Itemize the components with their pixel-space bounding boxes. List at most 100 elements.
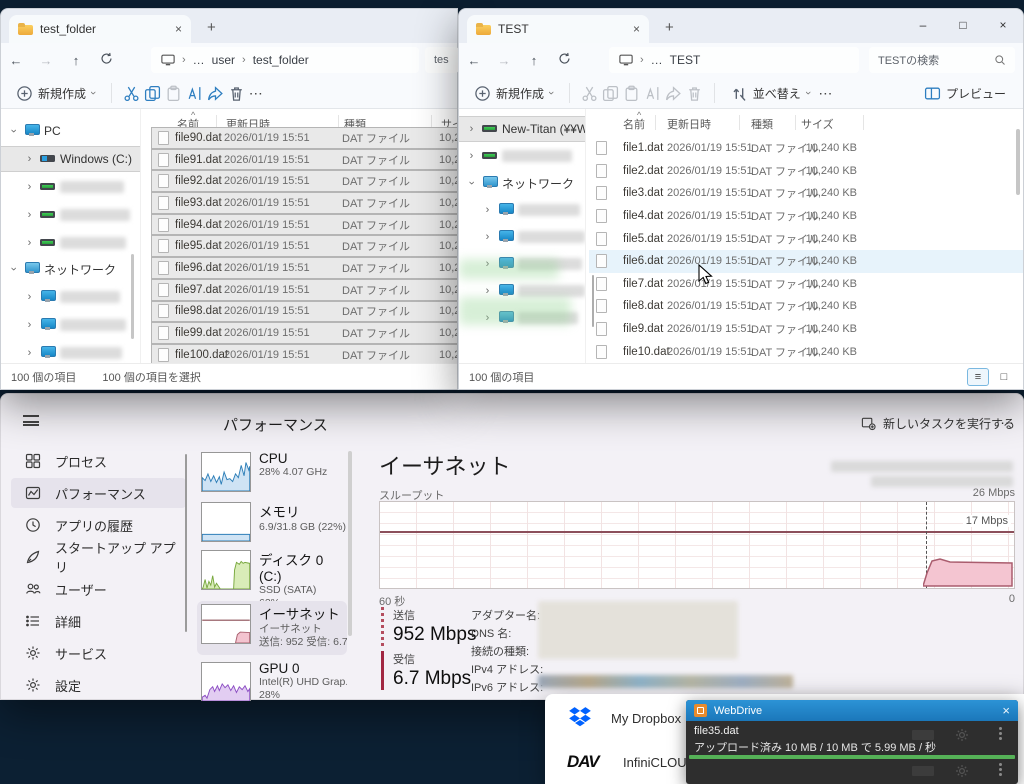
breadcrumb-ellipsis[interactable]: … <box>193 53 205 67</box>
preview-button[interactable]: プレビュー <box>919 85 1011 102</box>
copy-icon[interactable] <box>144 85 161 102</box>
tree-item-redacted[interactable]: › <box>1 341 140 363</box>
file-row[interactable]: file1.dat 2026/01/19 15:51 DAT ファイル 10,240 … <box>589 137 1023 160</box>
column-separator[interactable] <box>739 115 740 130</box>
toolbar-more-button[interactable]: ⋯ <box>818 85 833 102</box>
file-row[interactable]: file100.dat2026/01/19 15:51 DAT ファイル 10,24… <box>151 343 457 363</box>
taskmgr-nav-users[interactable]: ユーザー <box>11 574 186 604</box>
file-row[interactable]: file99.dat2026/01/19 15:51 DAT ファイル 10,240… <box>151 322 457 344</box>
rename-icon[interactable] <box>644 85 661 102</box>
taskmgr-nav-proc[interactable]: プロセス <box>11 446 186 476</box>
column-separator[interactable] <box>795 115 796 130</box>
toolbar-more-button[interactable]: ⋯ <box>249 85 264 102</box>
address-bar[interactable]: › … user › test_folder <box>151 47 419 73</box>
search-box[interactable]: TESTの検索 <box>869 47 1015 73</box>
delete-icon[interactable] <box>228 85 245 102</box>
file-row[interactable]: file10.dat 2026/01/19 15:51 DAT ファイル 10,240… <box>589 340 1023 363</box>
rename-icon[interactable] <box>186 85 203 102</box>
chevron-collapsed-icon[interactable]: › <box>23 291 36 303</box>
chevron-collapsed-icon[interactable]: › <box>23 237 36 249</box>
file-row[interactable]: file97.dat2026/01/19 15:51 DAT ファイル 10,240… <box>151 278 457 301</box>
list-scrollbar[interactable] <box>1016 129 1020 195</box>
chevron-expanded-icon[interactable]: › <box>8 263 20 276</box>
file-row[interactable]: file98.dat2026/01/19 15:51 DAT ファイル 10,240… <box>151 300 457 323</box>
delete-icon[interactable] <box>686 85 703 102</box>
tree-item-windows-c-[interactable]: › Windows (C:) <box>1 146 140 172</box>
taskmgr-nav-startup[interactable]: スタートアップ アプリ <box>11 541 186 575</box>
file-row[interactable]: file5.dat 2026/01/19 15:51 DAT ファイル 10,240 … <box>589 227 1023 250</box>
chevron-collapsed-icon[interactable]: › <box>465 123 478 135</box>
file-row[interactable]: file90.dat2026/01/19 15:51 DAT ファイル 10,240… <box>151 127 457 149</box>
sidebar-scrollbar[interactable] <box>131 254 134 339</box>
tab-test[interactable]: TEST × <box>467 15 649 43</box>
perf-card-eth[interactable]: イーサネットイーサネット送信: 952 受信: 6.7 M <box>197 601 347 655</box>
column-header-1[interactable]: 更新日時 <box>667 116 711 132</box>
chevron-collapsed-icon[interactable]: › <box>481 231 494 243</box>
perf-card-disk[interactable]: ディスク 0 (C:)SSD (SATA)62% <box>197 547 347 609</box>
tree-item-new-titan-web[interactable]: › New-Titan (¥¥Web <box>459 116 585 142</box>
file-row[interactable]: file3.dat 2026/01/19 15:51 DAT ファイル 10,240 … <box>589 182 1023 205</box>
column-header-3[interactable]: サイズ <box>801 116 834 132</box>
file-row[interactable]: file8.dat 2026/01/19 15:51 DAT ファイル 10,240 … <box>589 295 1023 318</box>
file-row[interactable]: file6.dat 2026/01/19 15:51 DAT ファイル 10,240 … <box>589 249 1023 273</box>
tree-item-redacted[interactable]: › <box>1 313 140 337</box>
breadcrumb-test-folder[interactable]: test_folder <box>253 53 309 67</box>
new-button[interactable]: 新規作成 › <box>11 85 100 102</box>
column-header-2[interactable]: 種類 <box>751 116 773 132</box>
taskmgr-nav-services[interactable]: サービス <box>11 638 186 668</box>
up-button[interactable]: ↑ <box>519 53 549 68</box>
forward-button[interactable]: → <box>489 53 519 68</box>
new-tab-button[interactable]: + <box>207 19 216 36</box>
chevron-collapsed-icon[interactable]: › <box>23 347 36 359</box>
dropbox-menu-item[interactable]: My Dropbox <box>567 706 681 730</box>
run-new-task-button[interactable]: 新しいタスクを実行する <box>861 415 1015 432</box>
sort-button[interactable]: 並べ替え › <box>726 85 815 102</box>
share-icon[interactable] <box>665 85 682 102</box>
chevron-expanded-icon[interactable]: › <box>8 125 20 138</box>
chevron-collapsed-icon[interactable]: › <box>481 204 494 216</box>
forward-button[interactable]: → <box>31 53 61 68</box>
close-button[interactable]: × <box>983 9 1023 41</box>
taskmgr-nav-perf[interactable]: パフォーマンス <box>11 478 186 508</box>
details-view-button[interactable]: ≡ <box>967 367 989 386</box>
breadcrumb-user[interactable]: user <box>212 53 235 67</box>
tree-item-redacted[interactable]: › <box>1 175 140 199</box>
refresh-button[interactable] <box>91 52 121 68</box>
gear-icon[interactable] <box>954 763 970 779</box>
kebab-menu-icon[interactable] <box>999 763 1002 766</box>
file-row[interactable]: file91.dat2026/01/19 15:51 DAT ファイル 10,240… <box>151 148 457 171</box>
cut-icon[interactable] <box>123 85 140 102</box>
file-row[interactable]: file7.dat 2026/01/19 15:51 DAT ファイル 10,240 … <box>589 273 1023 296</box>
file-row[interactable]: file94.dat2026/01/19 15:51 DAT ファイル 10,240… <box>151 213 457 236</box>
back-button[interactable]: ← <box>459 53 489 68</box>
file-row[interactable]: file4.dat 2026/01/19 15:51 DAT ファイル 10,240 … <box>589 205 1023 228</box>
infinicloud-menu-item[interactable]: DAV InfiniCLOUD <box>567 752 696 772</box>
taskmgr-more-button[interactable]: … <box>1000 411 1015 427</box>
perf-card-mem[interactable]: メモリ 6.9/31.8 GB (22%) <box>197 499 347 543</box>
chevron-collapsed-icon[interactable]: › <box>23 319 36 331</box>
file-row[interactable]: file96.dat2026/01/19 15:51 DAT ファイル 10,240… <box>151 257 457 279</box>
tab-close-icon[interactable]: × <box>633 22 640 36</box>
chevron-collapsed-icon[interactable]: › <box>481 285 494 297</box>
tab-close-icon[interactable]: × <box>175 22 182 36</box>
file-row[interactable]: file95.dat2026/01/19 15:51 DAT ファイル 10,240… <box>151 235 457 258</box>
paste-icon[interactable] <box>165 85 182 102</box>
file-row[interactable]: file9.dat 2026/01/19 15:51 DAT ファイル 10,240 … <box>589 318 1023 341</box>
copy-icon[interactable] <box>602 85 619 102</box>
tree-item-redacted[interactable]: › <box>1 231 140 255</box>
new-tab-button[interactable]: + <box>665 19 674 36</box>
file-row[interactable]: file92.dat2026/01/19 15:51 DAT ファイル 10,240… <box>151 170 457 193</box>
chevron-collapsed-icon[interactable]: › <box>465 150 478 162</box>
taskmgr-nav-hist[interactable]: アプリの履歴 <box>11 510 186 540</box>
tree-item-redacted[interactable]: › <box>1 203 140 227</box>
column-separator[interactable] <box>863 115 864 130</box>
webdrive-close-icon[interactable]: × <box>1002 703 1010 718</box>
column-header-0[interactable]: 名前 <box>623 116 645 132</box>
taskmgr-nav-settings[interactable]: 設定 <box>11 670 186 700</box>
chevron-collapsed-icon[interactable]: › <box>23 209 36 221</box>
refresh-button[interactable] <box>549 52 579 68</box>
chevron-expanded-icon[interactable]: › <box>466 177 478 190</box>
hamburger-menu-icon[interactable] <box>23 415 39 426</box>
gear-icon[interactable] <box>954 727 970 743</box>
tree-item-redacted[interactable]: › <box>459 144 585 168</box>
